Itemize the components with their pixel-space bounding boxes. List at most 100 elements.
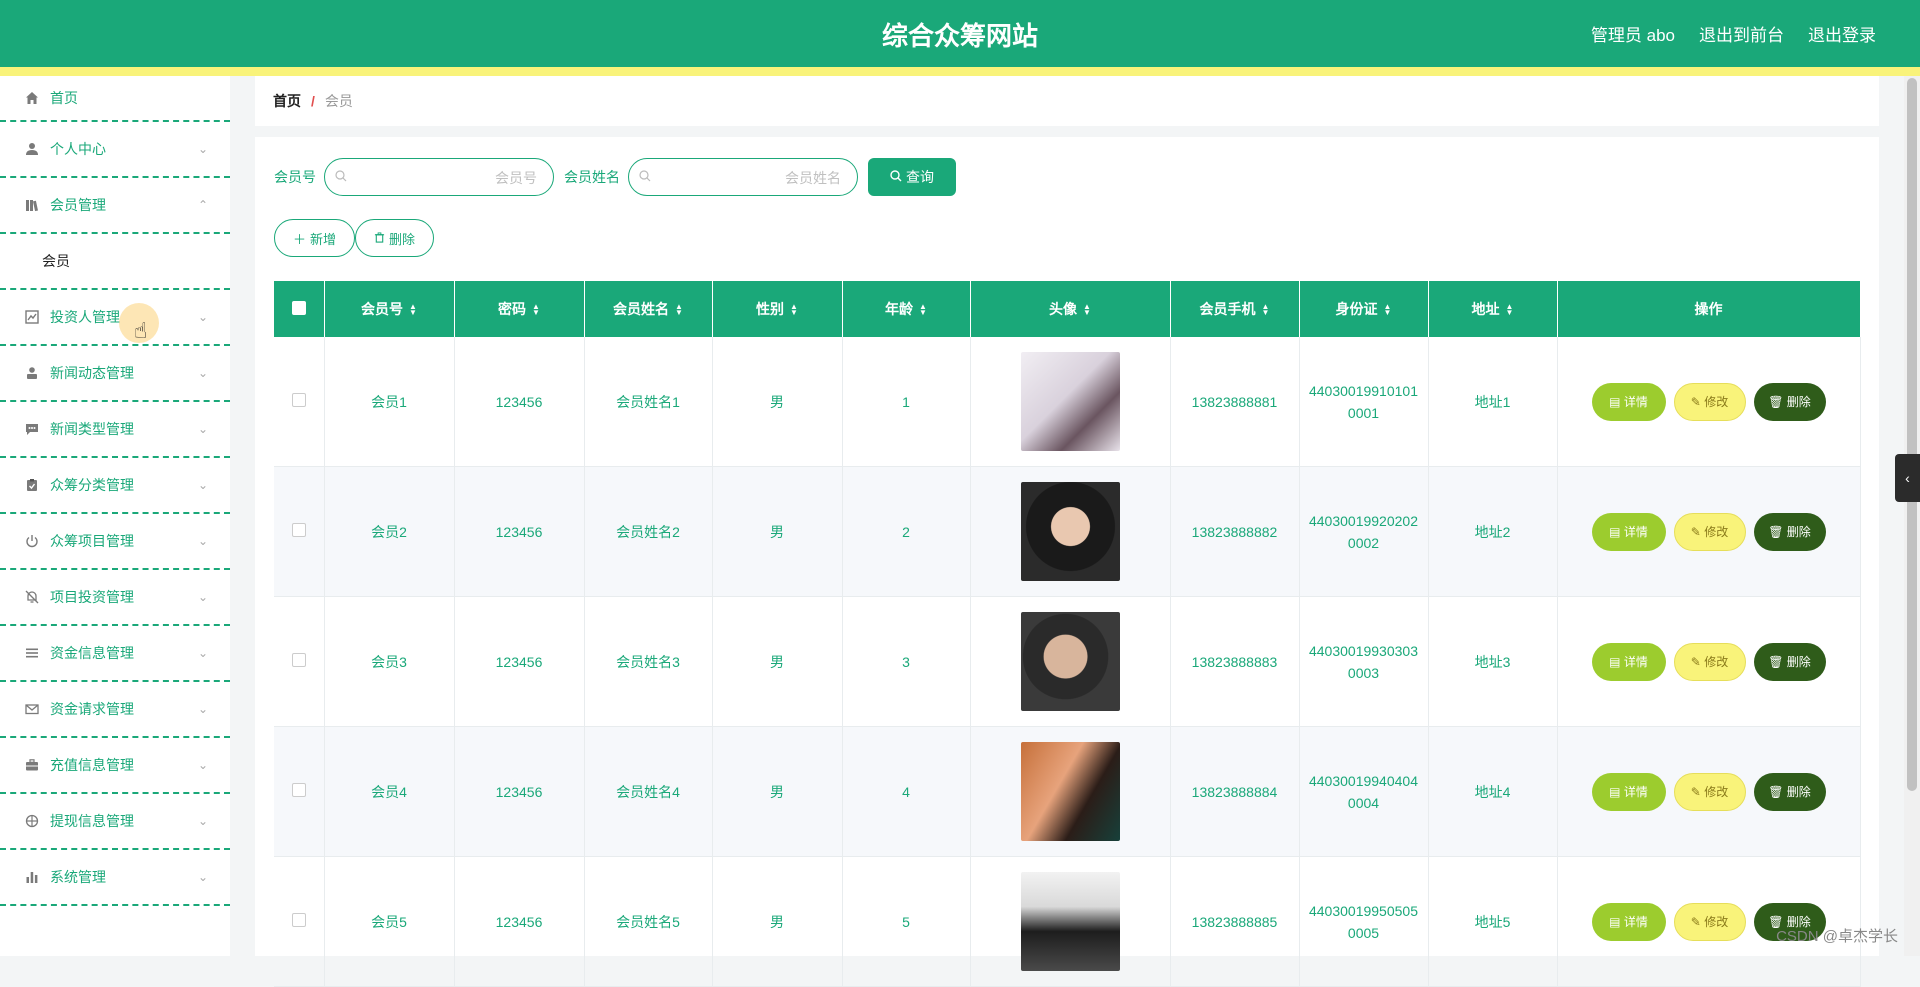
sort-icon: ▲ ▼ xyxy=(409,302,417,318)
top-links: 管理员 abo 退出到前台 退出登录 xyxy=(1591,21,1876,46)
sort-icon: ▲ ▼ xyxy=(532,302,540,318)
chevron-up-icon: ⌃ xyxy=(197,198,208,212)
row-checkbox[interactable] xyxy=(291,913,306,927)
cell-idcard: 440300199303030003 xyxy=(1299,596,1429,727)
admin-user-link[interactable]: 管理员 abo xyxy=(1591,21,1675,46)
trash-icon: 🗑 xyxy=(1768,784,1787,799)
chat-icon xyxy=(24,421,40,437)
delete-button[interactable]: 🗑 删除 xyxy=(1753,772,1826,811)
cell-address: 地址4 xyxy=(1428,726,1558,857)
sidebar-item-personal[interactable]: 个人中心 ⌄ xyxy=(0,122,230,178)
col-avatar[interactable]: 头像 ▲ ▼ xyxy=(970,281,1171,337)
pencil-icon: ✎ xyxy=(1690,784,1705,799)
sidebar-item-investor-mgmt[interactable]: 投资人管理 ⌄ xyxy=(0,290,230,346)
sidebar-subitem-member[interactable]: 会员 xyxy=(0,234,230,290)
sidebar-item-project-invest-mgmt[interactable]: 项目投资管理 ⌄ xyxy=(0,570,230,626)
col-member-name[interactable]: 会员姓名 ▲ ▼ xyxy=(584,281,713,337)
delete-button[interactable]: 🗑 删除 xyxy=(1753,382,1826,421)
col-member-id[interactable]: 会员号 ▲ ▼ xyxy=(324,281,455,337)
document-icon: ▤ xyxy=(1609,914,1624,929)
collapse-panel-toggle[interactable]: ‹ xyxy=(1895,454,1920,502)
chevron-down-icon: ⌄ xyxy=(197,366,208,380)
sidebar-item-member-mgmt[interactable]: 会员管理 ⌃ xyxy=(0,178,230,234)
col-phone[interactable]: 会员手机 ▲ ▼ xyxy=(1170,281,1300,337)
table-row: 会员5 123456 会员姓名5 男 5 13823888885 4403001… xyxy=(274,856,1861,987)
add-button[interactable]: ＋ 新增 xyxy=(274,219,356,257)
cell-member-name: 会员姓名5 xyxy=(584,856,713,987)
logout-link[interactable]: 退出登录 xyxy=(1808,21,1876,46)
member-name-input[interactable] xyxy=(659,159,843,197)
breadcrumb-home[interactable]: 首页 xyxy=(273,91,301,111)
detail-button[interactable]: ▤ 详情 xyxy=(1591,382,1666,421)
table-header-row: 会员号 ▲ ▼ 密码 ▲ ▼ 会员姓名 ▲ ▼ 性别 ▲ ▼ 年龄 ▲ ▼ 头像 ▲ ▼ 会员手机 ▲ ▼ … xyxy=(274,281,1861,337)
sidebar-item-fund-request-mgmt[interactable]: 资金请求管理 ⌄ xyxy=(0,682,230,738)
chevron-down-icon: ⌄ xyxy=(197,814,208,828)
main-content: 会员号 会员姓名 查询 ＋ 新增 xyxy=(255,137,1879,987)
document-icon: ▤ xyxy=(1609,524,1624,539)
delete-button[interactable]: 🗑 删除 xyxy=(1753,512,1826,551)
sidebar-item-news-type-mgmt[interactable]: 新闻类型管理 ⌄ xyxy=(0,402,230,458)
table-row: 会员2 123456 会员姓名2 男 2 13823888882 4403001… xyxy=(274,466,1861,597)
cell-address: 地址5 xyxy=(1428,856,1558,987)
sidebar-item-system-mgmt[interactable]: 系统管理 ⌄ xyxy=(0,850,230,906)
col-age[interactable]: 年龄 ▲ ▼ xyxy=(842,281,971,337)
chevron-down-icon: ⌄ xyxy=(197,758,208,772)
clipboard-icon xyxy=(24,477,40,493)
detail-button[interactable]: ▤ 详情 xyxy=(1591,642,1666,681)
cell-member-name: 会员姓名2 xyxy=(584,466,713,597)
hand-cursor-icon: ☝ xyxy=(134,318,148,343)
pencil-icon: ✎ xyxy=(1690,654,1705,669)
sidebar-item-home[interactable]: 首页 xyxy=(0,76,230,122)
col-address[interactable]: 地址 ▲ ▼ xyxy=(1428,281,1558,337)
sidebar-item-recharge-mgmt[interactable]: 充值信息管理 ⌄ xyxy=(0,738,230,794)
select-all-checkbox[interactable] xyxy=(291,300,306,315)
bell-off-icon xyxy=(24,589,40,605)
cell-address: 地址2 xyxy=(1428,466,1558,597)
detail-button[interactable]: ▤ 详情 xyxy=(1591,772,1666,811)
member-id-search xyxy=(324,158,554,197)
sidebar-item-news-mgmt[interactable]: 新闻动态管理 ⌄ xyxy=(0,346,230,402)
exit-to-front-link[interactable]: 退出到前台 xyxy=(1699,21,1784,46)
sidebar-item-crowdfund-category-mgmt[interactable]: 众筹分类管理 ⌄ xyxy=(0,458,230,514)
cell-age: 2 xyxy=(842,466,971,597)
sidebar-item-withdraw-mgmt[interactable]: 提现信息管理 ⌄ xyxy=(0,794,230,850)
query-button-label: 查询 xyxy=(906,169,934,185)
edit-button[interactable]: ✎ 修改 xyxy=(1673,902,1746,941)
col-password[interactable]: 密码 ▲ ▼ xyxy=(454,281,585,337)
cell-gender: 男 xyxy=(712,726,843,857)
row-checkbox[interactable] xyxy=(291,393,306,407)
add-button-label: 新增 xyxy=(310,231,337,247)
member-name-search xyxy=(628,158,858,197)
edit-button[interactable]: ✎ 修改 xyxy=(1673,642,1746,681)
col-gender[interactable]: 性别 ▲ ▼ xyxy=(712,281,843,337)
edit-button[interactable]: ✎ 修改 xyxy=(1673,772,1746,811)
edit-button[interactable]: ✎ 修改 xyxy=(1673,512,1746,551)
detail-button[interactable]: ▤ 详情 xyxy=(1591,902,1666,941)
detail-button[interactable]: ▤ 详情 xyxy=(1591,512,1666,551)
scrollbar-thumb[interactable] xyxy=(1907,78,1917,791)
vertical-scrollbar[interactable] xyxy=(1904,76,1920,956)
document-icon: ▤ xyxy=(1609,784,1624,799)
chevron-left-icon: ‹ xyxy=(1905,470,1910,486)
sidebar-item-label: 众筹项目管理 xyxy=(50,533,134,549)
sidebar-item-crowdfund-project-mgmt[interactable]: 众筹项目管理 ⌄ xyxy=(0,514,230,570)
cell-idcard: 440300199505050005 xyxy=(1299,856,1429,987)
col-idcard[interactable]: 身份证 ▲ ▼ xyxy=(1299,281,1429,337)
cell-member-name: 会员姓名3 xyxy=(584,596,713,727)
sidebar-item-fund-info-mgmt[interactable]: 资金信息管理 ⌄ xyxy=(0,626,230,682)
member-id-input[interactable] xyxy=(355,159,539,197)
plus-icon: ＋ xyxy=(293,231,307,247)
cell-password: 123456 xyxy=(454,337,585,467)
sidebar-item-label: 充值信息管理 xyxy=(50,757,134,773)
trash-icon: 🗑 xyxy=(1768,524,1787,539)
query-button[interactable]: 查询 xyxy=(868,158,956,196)
row-checkbox[interactable] xyxy=(291,653,306,667)
row-checkbox[interactable] xyxy=(291,783,306,797)
cell-phone: 13823888882 xyxy=(1170,466,1300,597)
batch-delete-button[interactable]: 删除 xyxy=(355,219,435,257)
pencil-icon: ✎ xyxy=(1690,914,1705,929)
delete-button[interactable]: 🗑 删除 xyxy=(1753,642,1826,681)
row-checkbox[interactable] xyxy=(291,523,306,537)
edit-button[interactable]: ✎ 修改 xyxy=(1673,382,1746,421)
sort-icon: ▲ ▼ xyxy=(1261,302,1270,318)
